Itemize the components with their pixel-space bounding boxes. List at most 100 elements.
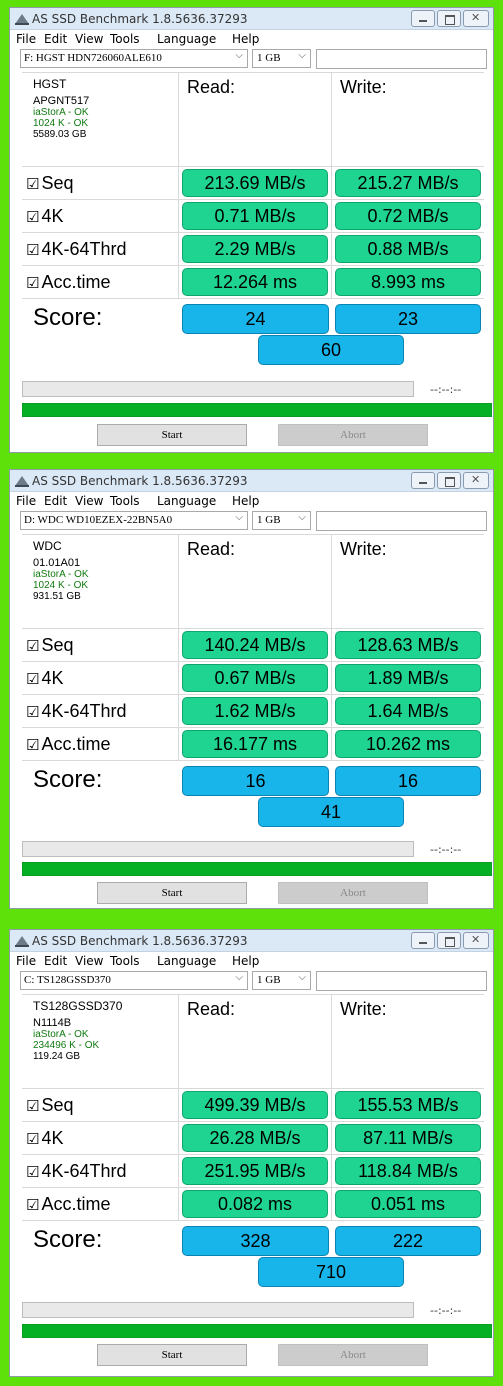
abort-button[interactable]: Abort [278, 1344, 428, 1366]
test-label: 4K-64Thrd [41, 239, 127, 259]
menu-tools[interactable]: Tools [110, 494, 140, 508]
close-button[interactable] [463, 932, 489, 949]
row-4k-label[interactable]: ☑ 4K [22, 1122, 179, 1155]
abort-button[interactable]: Abort [278, 882, 428, 904]
row-acctime-label[interactable]: ☑ Acc.time [22, 1188, 179, 1221]
menu-tools[interactable]: Tools [110, 32, 140, 46]
checkbox-checked-icon[interactable]: ☑ [26, 1196, 39, 1214]
4k-write-value: 1.89 MB/s [335, 664, 481, 692]
4k64-write-value: 0.88 MB/s [335, 235, 481, 263]
row-4k64-label[interactable]: ☑ 4K-64Thrd [22, 1155, 179, 1188]
menu-help[interactable]: Help [232, 494, 259, 508]
seq-write-value: 155.53 MB/s [335, 1091, 481, 1119]
drive-select[interactable]: D: WDC WD10EZEX-22BN5A0 ⌵ [20, 511, 248, 530]
menu-view[interactable]: View [75, 32, 103, 46]
title-bar[interactable]: AS SSD Benchmark 1.8.5636.37293 [10, 470, 493, 492]
checkbox-checked-icon[interactable]: ☑ [26, 703, 39, 721]
drive-capacity: 5589.03 GB [33, 129, 87, 140]
title-bar[interactable]: AS SSD Benchmark 1.8.5636.37293 [10, 8, 493, 30]
row-4k-label[interactable]: ☑ 4K [22, 662, 179, 695]
checkbox-checked-icon[interactable]: ☑ [26, 175, 39, 193]
start-button[interactable]: Start [97, 424, 247, 446]
driver-status: iaStorA - OK [33, 107, 89, 118]
row-seq-label[interactable]: ☑ Seq [22, 1089, 179, 1122]
menu-help[interactable]: Help [232, 954, 259, 968]
size-select[interactable]: 1 GB ⌵ [252, 971, 311, 990]
start-button[interactable]: Start [97, 1344, 247, 1366]
abort-button[interactable]: Abort [278, 424, 428, 446]
menu-edit[interactable]: Edit [44, 954, 67, 968]
menu-help[interactable]: Help [232, 32, 259, 46]
menu-language[interactable]: Language [157, 32, 216, 46]
row-acctime-label[interactable]: ☑ Acc.time [22, 728, 179, 761]
checkbox-checked-icon[interactable]: ☑ [26, 736, 39, 754]
checkbox-checked-icon[interactable]: ☑ [26, 274, 39, 292]
free-text-field[interactable] [316, 49, 487, 69]
test-label: Seq [41, 173, 74, 193]
maximize-button[interactable] [437, 932, 461, 949]
acctime-write-value: 8.993 ms [335, 268, 481, 296]
results-grid: HGST APGNT517 iaStorA - OK 1024 K - OK 5… [22, 72, 484, 365]
maximize-button[interactable] [437, 10, 461, 27]
maximize-button[interactable] [437, 472, 461, 489]
title-bar[interactable]: AS SSD Benchmark 1.8.5636.37293 [10, 930, 493, 952]
menu-tools[interactable]: Tools [110, 954, 140, 968]
menu-view[interactable]: View [75, 954, 103, 968]
chevron-down-icon: ⌵ [298, 50, 306, 61]
free-text-field[interactable] [316, 971, 487, 991]
row-acctime-label[interactable]: ☑ Acc.time [22, 266, 179, 299]
progress-bar [22, 841, 414, 857]
menu-bar: File Edit View Tools Language Help [10, 492, 493, 509]
checkbox-checked-icon[interactable]: ☑ [26, 1130, 39, 1148]
size-select[interactable]: 1 GB ⌵ [252, 511, 311, 530]
minimize-button[interactable] [411, 10, 435, 27]
menu-language[interactable]: Language [157, 954, 216, 968]
elapsed-time: --:--:-- [430, 1304, 462, 1317]
drive-capacity: 931.51 GB [33, 591, 81, 602]
menu-edit[interactable]: Edit [44, 32, 67, 46]
seq-write-value: 128.63 MB/s [335, 631, 481, 659]
checkbox-checked-icon[interactable]: ☑ [26, 1097, 39, 1115]
menu-file[interactable]: File [16, 32, 36, 46]
alignment-status: 1024 K - OK [33, 580, 89, 591]
row-4k64-label[interactable]: ☑ 4K-64Thrd [22, 233, 179, 266]
drive-info-panel: WDC 01.01A01 iaStorA - OK 1024 K - OK 93… [22, 535, 179, 629]
checkbox-checked-icon[interactable]: ☑ [26, 637, 39, 655]
row-seq-label[interactable]: ☑ Seq [22, 629, 179, 662]
menu-file[interactable]: File [16, 954, 36, 968]
menu-view[interactable]: View [75, 494, 103, 508]
chevron-down-icon: ⌵ [235, 972, 243, 983]
checkbox-checked-icon[interactable]: ☑ [26, 241, 39, 259]
row-seq-label[interactable]: ☑ Seq [22, 167, 179, 200]
test-label: Acc.time [41, 272, 111, 292]
drive-firmware: 01.01A01 [33, 557, 81, 569]
checkbox-checked-icon[interactable]: ☑ [26, 208, 39, 226]
total-progress-bar [22, 1324, 492, 1338]
test-label: 4K-64Thrd [41, 1161, 127, 1181]
checkbox-checked-icon[interactable]: ☑ [26, 1163, 39, 1181]
4k64-write-value: 118.84 MB/s [335, 1157, 481, 1185]
total-progress-bar [22, 403, 492, 417]
acctime-write-value: 0.051 ms [335, 1190, 481, 1218]
read-header: Read: [179, 995, 332, 1089]
drive-info-panel: TS128GSSD370 N1114B iaStorA - OK 234496 … [22, 995, 179, 1089]
row-4k-label[interactable]: ☑ 4K [22, 200, 179, 233]
menu-edit[interactable]: Edit [44, 494, 67, 508]
free-text-field[interactable] [316, 511, 487, 531]
row-4k64-label[interactable]: ☑ 4K-64Thrd [22, 695, 179, 728]
start-button[interactable]: Start [97, 882, 247, 904]
drive-select[interactable]: C: TS128GSSD370 ⌵ [20, 971, 248, 990]
benchmark-window-3: AS SSD Benchmark 1.8.5636.37293 File Edi… [9, 929, 494, 1377]
minimize-button[interactable] [411, 472, 435, 489]
drive-select[interactable]: F: HGST HDN726060ALE610 ⌵ [20, 49, 248, 68]
read-header: Read: [179, 535, 332, 629]
menu-language[interactable]: Language [157, 494, 216, 508]
close-button[interactable] [463, 472, 489, 489]
checkbox-checked-icon[interactable]: ☑ [26, 670, 39, 688]
close-button[interactable] [463, 10, 489, 27]
minimize-button[interactable] [411, 932, 435, 949]
size-select[interactable]: 1 GB ⌵ [252, 49, 311, 68]
menu-file[interactable]: File [16, 494, 36, 508]
4k-read-value: 0.67 MB/s [182, 664, 328, 692]
window-title: AS SSD Benchmark 1.8.5636.37293 [32, 934, 248, 948]
